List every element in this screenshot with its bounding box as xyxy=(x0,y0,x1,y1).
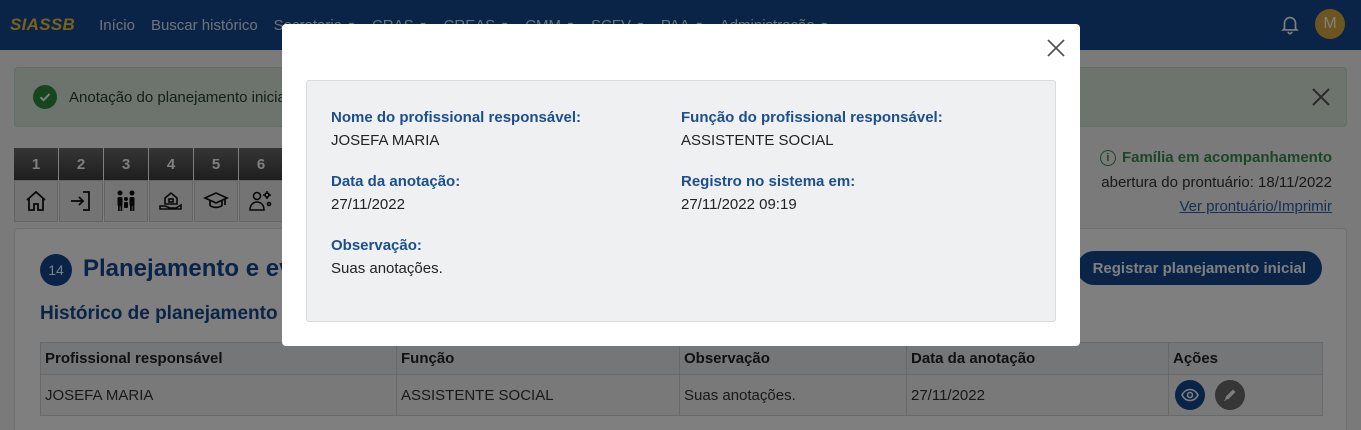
registro-label: Registro no sistema em: xyxy=(681,173,856,190)
field-funcao: Função do profissional responsável: ASSI… xyxy=(681,109,943,149)
obs-label: Observação: xyxy=(331,237,422,254)
obs-value: Suas anotações. xyxy=(331,260,443,277)
data-label: Data da anotação: xyxy=(331,173,461,190)
field-data: Data da anotação: 27/11/2022 xyxy=(331,173,460,213)
registro-value: 27/11/2022 09:19 xyxy=(681,196,797,213)
data-value: 27/11/2022 xyxy=(331,196,405,213)
funcao-label: Função do profissional responsável: xyxy=(681,109,943,126)
funcao-value: ASSISTENTE SOCIAL xyxy=(681,132,834,149)
nome-label: Nome do profissional responsável: xyxy=(331,109,582,126)
field-observacao: Observação: Suas anotações. xyxy=(331,237,443,277)
close-icon[interactable] xyxy=(1046,38,1066,58)
field-registro: Registro no sistema em: 27/11/2022 09:19 xyxy=(681,173,855,213)
annotation-details-modal: Nome do profissional responsável: JOSEFA… xyxy=(282,24,1080,346)
field-nome: Nome do profissional responsável: JOSEFA… xyxy=(331,109,581,149)
details-card: Nome do profissional responsável: JOSEFA… xyxy=(306,80,1056,322)
nome-value: JOSEFA MARIA xyxy=(331,132,440,149)
